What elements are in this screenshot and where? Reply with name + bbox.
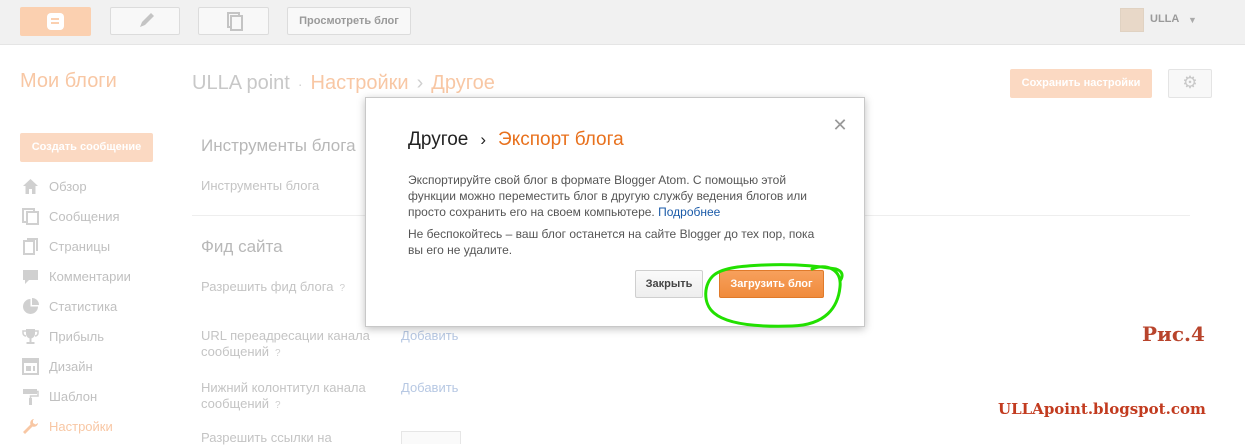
- breadcrumb-settings[interactable]: Настройки: [311, 72, 409, 94]
- sidebar-item-settings[interactable]: Настройки: [20, 417, 180, 437]
- enable-links-label: Разрешить ссылки на: [201, 430, 332, 445]
- sidebar-item-layout[interactable]: Дизайн: [20, 357, 180, 377]
- user-name: ULLA: [1150, 13, 1180, 25]
- sidebar-item-label: Комментарии: [49, 269, 131, 284]
- stats-icon: [22, 298, 39, 315]
- my-blogs-link[interactable]: Мои блоги: [20, 70, 117, 93]
- breadcrumb: ULLA point · Настройки › Другое: [192, 72, 495, 95]
- breadcrumb-blog-name[interactable]: ULLA point: [192, 72, 290, 94]
- sidebar-item-label: Обзор: [49, 179, 87, 194]
- gear-icon[interactable]: ⚙: [1168, 69, 1212, 98]
- save-settings-button[interactable]: Сохранить настройки: [1010, 69, 1152, 98]
- export-note: Не беспокойтесь – ваш блог останется на …: [408, 227, 815, 257]
- help-icon[interactable]: ?: [339, 283, 345, 294]
- download-blog-button[interactable]: Загрузить блог: [719, 270, 824, 298]
- posts-icon: [22, 208, 39, 225]
- section-title-site-feed: Фид сайта: [201, 237, 283, 256]
- posts-list-icon: [227, 12, 243, 31]
- export-blog-dialog: Другое › Экспорт блога ✕ Экспортируйте сво…: [365, 97, 865, 327]
- dialog-title-page: Экспорт блога: [498, 129, 624, 150]
- blog-tools-label: Инструменты блога: [201, 178, 320, 193]
- pages-icon: [22, 238, 39, 255]
- breadcrumb-dot: ·: [297, 76, 303, 92]
- dialog-title-separator: ›: [480, 130, 487, 149]
- sidebar-item-pages[interactable]: Страницы: [20, 237, 180, 257]
- blogger-logo-icon[interactable]: [20, 7, 91, 36]
- sidebar-item-overview[interactable]: Обзор: [20, 177, 180, 197]
- add-feed-footer-link[interactable]: Добавить: [401, 380, 458, 395]
- breadcrumb-separator: ›: [416, 72, 424, 94]
- create-post-button[interactable]: Создать сообщение: [20, 133, 153, 162]
- help-icon[interactable]: ?: [275, 400, 281, 411]
- view-blog-button[interactable]: Просмотреть блог: [287, 7, 411, 35]
- sidebar-item-label: Статистика: [49, 299, 118, 314]
- new-post-button[interactable]: [110, 7, 180, 35]
- sidebar-item-label: Дизайн: [49, 359, 93, 374]
- home-icon: [22, 178, 39, 195]
- enable-links-select[interactable]: [401, 431, 461, 444]
- help-icon[interactable]: ?: [275, 348, 281, 359]
- feed-redirect-url-label: URL переадресации канала сообщений?: [201, 328, 370, 359]
- sidebar-item-label: Прибыль: [49, 329, 104, 344]
- sidebar-item-template[interactable]: Шаблон: [20, 387, 180, 407]
- dialog-title: Другое › Экспорт блога: [408, 129, 624, 151]
- learn-more-link[interactable]: Подробнее: [658, 205, 720, 219]
- sidebar-item-label: Страницы: [49, 239, 111, 254]
- sidebar-item-label: Сообщения: [49, 209, 120, 224]
- allow-feed-label: Разрешить фид блога?: [201, 279, 345, 294]
- sidebar-item-stats[interactable]: Статистика: [20, 297, 180, 317]
- section-title-blog-tools: Инструменты блога: [201, 136, 356, 155]
- pencil-icon: [140, 13, 154, 27]
- comments-icon: [22, 268, 39, 285]
- close-icon[interactable]: ✕: [832, 116, 848, 134]
- wrench-icon: [22, 418, 39, 435]
- site-watermark: ULLApoint.blogspot.com: [998, 400, 1206, 418]
- trophy-icon: [22, 328, 39, 345]
- sidebar-item-earnings[interactable]: Прибыль: [20, 327, 180, 347]
- avatar: [1120, 8, 1144, 32]
- paint-roller-icon: [22, 388, 39, 405]
- add-redirect-url-link[interactable]: Добавить: [401, 328, 458, 343]
- sidebar-item-label: Шаблон: [49, 389, 98, 404]
- sidebar-item-label: Настройки: [49, 419, 113, 434]
- dialog-title-section: Другое: [408, 129, 469, 150]
- layout-icon: [22, 358, 39, 375]
- close-button[interactable]: Закрыть: [635, 270, 703, 298]
- sidebar-item-comments[interactable]: Комментарии: [20, 267, 180, 287]
- feed-footer-label: Нижний колонтитул канала сообщений?: [201, 380, 366, 411]
- export-description: Экспортируйте свой блог в формате Blogge…: [408, 173, 807, 219]
- top-bar: Просмотреть блог ULLA ▼: [0, 0, 1245, 45]
- figure-label: Рис.4: [1142, 322, 1205, 346]
- chevron-down-icon: ▼: [1188, 15, 1197, 25]
- breadcrumb-other: Другое: [431, 72, 495, 94]
- posts-list-button[interactable]: [198, 7, 269, 35]
- sidebar-item-posts[interactable]: Сообщения: [20, 207, 180, 227]
